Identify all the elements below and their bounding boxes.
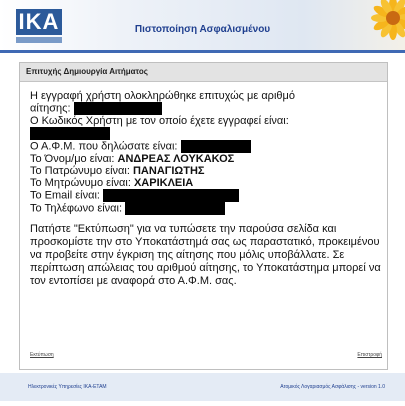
application-number-label: αίτησης: <box>30 102 71 115</box>
registration-line: Η εγγραφή χρήστη ολοκληρώθηκε επιτυχώς μ… <box>30 90 295 102</box>
back-link[interactable]: Επιστροφή <box>357 352 382 358</box>
footer-right-text: Ατομικός Λογαριασμός Ασφάλισης - version… <box>280 384 385 390</box>
panel-content: Η εγγραφή χρήστη ολοκληρώθηκε επιτυχώς μ… <box>30 90 382 288</box>
redacted-user-code <box>30 127 110 140</box>
father-name-row: Το Πατρώνυμο είναι: ΠΑΝΑΓΙΩΤΗΣ <box>30 165 382 177</box>
print-link[interactable]: Εκτύπωση <box>30 352 54 358</box>
page-header: IKA Πιστοποίηση Ασφαλισμένου <box>0 0 405 50</box>
panel-heading: Επιτυχής Δημιουργία Αιτήματος <box>20 63 387 82</box>
name-value: ΑΝΔΡΕΑΣ ΛΟΥΚΑΚΟΣ <box>117 153 235 165</box>
name-row: Το Όνομ/μο είναι: ΑΝΔΡΕΑΣ ΛΟΥΚΑΚΟΣ <box>30 153 382 165</box>
application-number-row: αίτησης: <box>30 102 382 115</box>
instructions-text: Πατήστε "Εκτύπωση" για να τυπώσετε την π… <box>30 223 381 287</box>
name-label: Το Όνομ/μο είναι: <box>30 153 115 165</box>
sunflower-icon <box>371 0 405 40</box>
user-code-row <box>30 127 382 140</box>
mother-name-row: Το Μητρώνυμο είναι: ΧΑΡΙΚΛΕΙΑ <box>30 177 382 189</box>
afm-label: Ο Α.Φ.Μ. που δηλώσατε είναι: <box>30 140 178 153</box>
redacted-afm <box>180 140 251 153</box>
mother-name-label: Το Μητρώνυμο είναι: <box>30 177 131 189</box>
phone-label: Το Τηλέφωνο είναι: <box>30 202 123 215</box>
page-title: Πιστοποίηση Ασφαλισμένου <box>134 24 271 35</box>
redacted-email <box>103 189 240 202</box>
redacted-phone <box>125 202 226 215</box>
phone-row: Το Τηλέφωνο είναι: <box>30 202 382 215</box>
mother-name-value: ΧΑΡΙΚΛΕΙΑ <box>133 177 194 189</box>
father-name-value: ΠΑΝΑΓΙΩΤΗΣ <box>132 165 205 177</box>
user-code-line: Ο Κωδικός Χρήστη με τον οποίο έχετε εγγρ… <box>30 115 289 127</box>
footer-left-text: Ηλεκτρονικές Υπηρεσίες ΙΚΑ-ΕΤΑΜ <box>28 384 107 390</box>
redacted-application-number <box>73 102 162 115</box>
afm-row: Ο Α.Φ.Μ. που δηλώσατε είναι: <box>30 140 382 153</box>
email-label: Το Email είναι: <box>30 189 100 202</box>
header-rule <box>0 50 405 53</box>
father-name-label: Το Πατρώνυμο είναι: <box>30 165 130 177</box>
page-footer: Ηλεκτρονικές Υπηρεσίες ΙΚΑ-ΕΤΑΜ Ατομικός… <box>0 373 405 401</box>
success-panel: Επιτυχής Δημιουργία Αιτήματος Η εγγραφή … <box>19 62 388 370</box>
logo-underline <box>16 37 62 43</box>
email-row: Το Email είναι: <box>30 189 382 202</box>
